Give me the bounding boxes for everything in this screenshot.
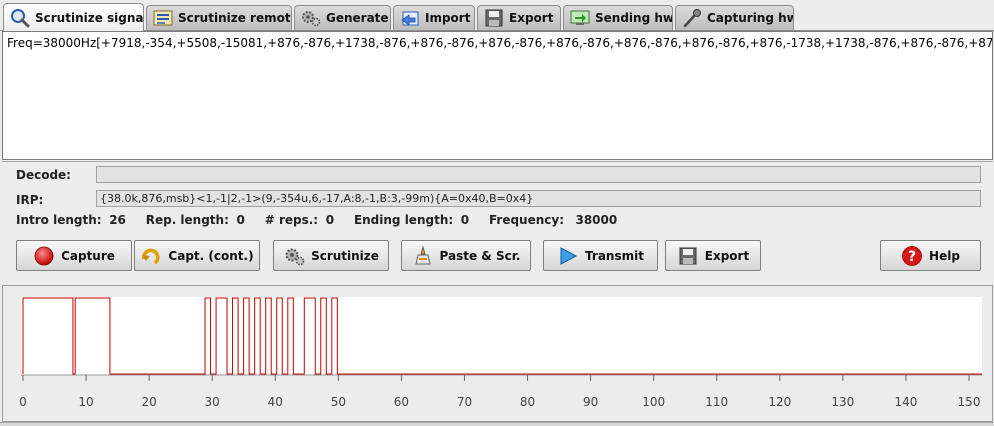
transmit-button[interactable]: Transmit — [543, 240, 658, 271]
tab-label: Import — [425, 11, 471, 25]
reps-value: 0 — [325, 213, 335, 227]
capture-continuous-label: Capt. (cont.) — [168, 248, 254, 263]
x-tick-label: 70 — [457, 395, 472, 409]
x-tick-label: 30 — [205, 395, 220, 409]
tab-scrutinize-remote[interactable]: Scrutinize remote — [146, 5, 292, 30]
gears-icon — [285, 248, 305, 265]
scrutinize-label: Scrutinize — [311, 248, 379, 263]
help-label: Help — [929, 248, 960, 263]
rep-length-value: 0 — [236, 213, 245, 227]
stats-line: Intro length: 26 Rep. length: 0 # reps.:… — [16, 213, 617, 227]
loop-arrow-icon — [142, 248, 160, 264]
tab-label: Export — [509, 11, 554, 25]
x-tick-label: 130 — [831, 395, 854, 409]
x-tick-label: 140 — [894, 395, 917, 409]
x-tick-label: 60 — [394, 395, 409, 409]
tab-label: Scrutinize signal — [35, 10, 144, 25]
status-strip — [0, 422, 994, 426]
paste-brush-icon — [414, 245, 431, 264]
x-tick-label: 120 — [768, 395, 791, 409]
signal-textarea[interactable]: Freq=38000Hz[+7918,-354,+5508,-15081,+87… — [2, 31, 993, 160]
decode-field[interactable] — [96, 166, 981, 183]
ending-length-label: Ending length: — [353, 213, 454, 227]
intro-length-value: 26 — [109, 213, 126, 227]
x-tick-label: 90 — [583, 395, 598, 409]
svg-text:?: ? — [908, 249, 916, 265]
split-divider[interactable] — [2, 161, 993, 162]
tab-generate[interactable]: Generate — [294, 5, 391, 30]
irp-label: IRP: — [16, 193, 44, 207]
red-circle-icon — [34, 246, 54, 265]
frequency-label: Frequency: — [488, 213, 565, 227]
tab-bar: Scrutinize signal Scrutinize remote Gene… — [0, 0, 994, 31]
x-tick-label: 150 — [958, 395, 981, 409]
irp-field[interactable]: {38.0k,876,msb}<1,-1|2,-1>(9,-354u,6,-17… — [96, 190, 981, 207]
plot-background — [21, 297, 982, 375]
x-tick-label: 50 — [331, 395, 346, 409]
tab-label: Sending hw — [595, 11, 673, 25]
help-button[interactable]: ? Help — [880, 240, 981, 271]
signal-text: Freq=38000Hz[+7918,-354,+5508,-15081,+87… — [7, 36, 993, 50]
capture-button[interactable]: Capture — [16, 240, 132, 271]
transmit-label: Transmit — [585, 248, 644, 263]
tab-capturing-hw[interactable]: Capturing hw — [675, 5, 794, 30]
paste-scrutinize-label: Paste & Scr. — [439, 248, 521, 263]
tab-label: Scrutinize remote — [178, 11, 292, 25]
tab-import[interactable]: Import — [393, 5, 475, 30]
x-tick-label: 40 — [268, 395, 283, 409]
floppy-icon — [485, 9, 503, 27]
x-tick-label: 10 — [78, 395, 93, 409]
play-triangle-icon — [560, 246, 578, 265]
gears-icon — [302, 11, 321, 27]
tab-label: Capturing hw — [707, 11, 794, 25]
signal-plot[interactable]: 0 10 20 30 40 50 60 70 80 90 100 110 120 130 140 150 — [3, 286, 992, 421]
capture-continuous-button[interactable]: Capt. (cont.) — [134, 240, 260, 271]
help-question-icon: ? — [902, 245, 922, 266]
paste-scrutinize-button[interactable]: Paste & Scr. — [401, 240, 531, 271]
x-tick-label: 0 — [19, 395, 27, 409]
tab-sending-hw[interactable]: Sending hw — [563, 5, 673, 30]
x-tick-label: 110 — [705, 395, 728, 409]
import-icon — [401, 11, 419, 26]
x-tick-label: 20 — [141, 395, 156, 409]
capture-label: Capture — [61, 248, 115, 263]
reps-label: # reps.: — [264, 213, 319, 227]
x-tick-label: 80 — [520, 395, 535, 409]
decode-label: Decode: — [16, 168, 71, 182]
scrutinize-button[interactable]: Scrutinize — [273, 240, 389, 271]
x-axis-ticks: 0 10 20 30 40 50 60 70 80 90 100 110 120 130 140 150 — [19, 375, 980, 409]
microphone-icon — [683, 9, 701, 28]
tab-scrutinize-signal[interactable]: Scrutinize signal — [3, 3, 144, 31]
tab-export[interactable]: Export — [477, 5, 561, 30]
frequency-value: 38000 — [575, 213, 618, 227]
export-button[interactable]: Export — [665, 240, 761, 271]
magnifier-icon — [11, 8, 30, 27]
remote-list-icon — [153, 10, 173, 26]
monitor-send-icon — [570, 10, 590, 25]
export-label: Export — [704, 248, 750, 263]
rep-length-label: Rep. length: — [145, 213, 229, 227]
tab-label: Generate — [326, 11, 389, 25]
signal-plot-panel: 0 10 20 30 40 50 60 70 80 90 100 110 120 130 140 150 — [2, 285, 993, 422]
x-tick-label: 100 — [642, 395, 665, 409]
ending-length-value: 0 — [460, 213, 470, 227]
intro-length-label: Intro length: — [16, 213, 102, 227]
floppy-icon — [679, 247, 697, 264]
